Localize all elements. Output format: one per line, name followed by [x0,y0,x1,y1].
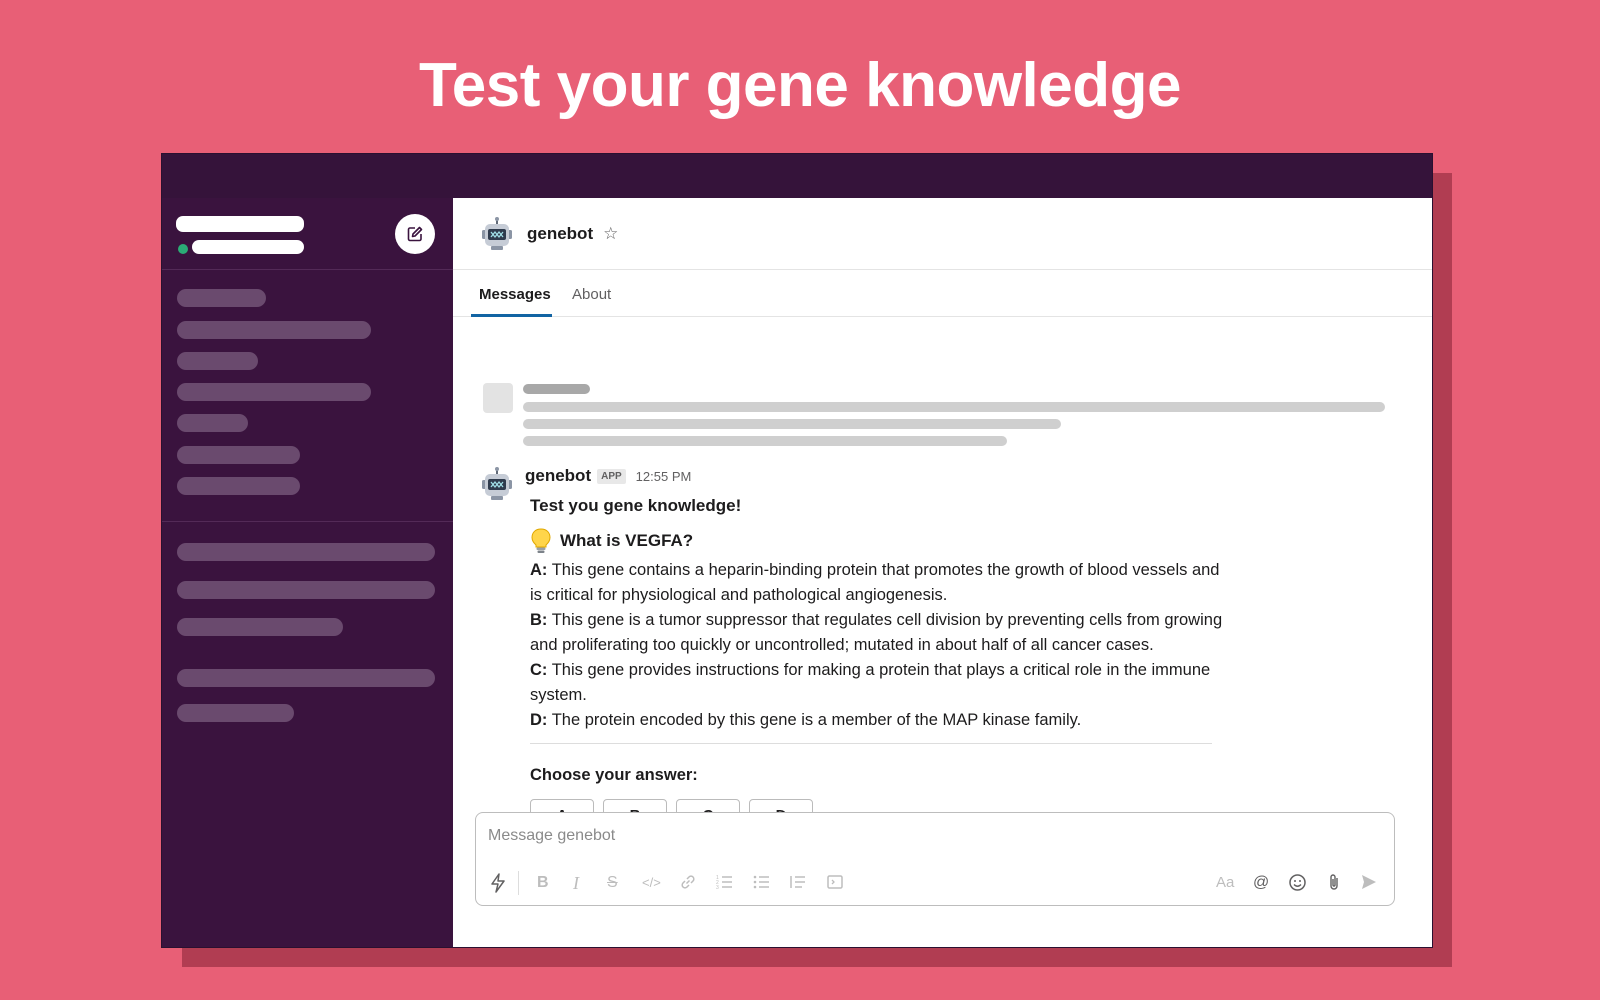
strikethrough-icon[interactable]: S [607,873,618,893]
genebot-avatar-icon[interactable] [479,466,515,502]
sidebar-item[interactable] [177,289,266,307]
sidebar-item[interactable] [177,477,300,495]
tab-about[interactable]: About [572,286,611,303]
previous-message-placeholder [523,419,1061,429]
sidebar-item[interactable] [177,581,435,599]
attachment-icon[interactable] [1326,873,1342,898]
bulleted-list-icon[interactable] [753,873,771,897]
option-text: This gene provides instructions for maki… [530,661,1211,704]
sidebar-item[interactable] [177,352,258,370]
quiz-intro: Test you gene knowledge! [530,496,742,515]
workspace-name-placeholder [176,216,304,232]
message-input[interactable] [488,827,1188,845]
sidebar [162,198,453,947]
channel-header: genebot ☆ [453,198,1432,270]
quiz-question: What is VEGFA? [530,528,1230,554]
option-letter: B: [530,611,548,629]
bold-icon[interactable]: B [537,873,549,893]
numbered-list-icon[interactable]: 123 [716,873,734,897]
previous-message-placeholder [523,384,590,394]
choose-answer-label: Choose your answer: [530,766,698,784]
sidebar-divider [162,521,453,522]
message-body: Test you gene knowledge! What is VEGFA? … [530,496,1230,831]
option-text: This gene is a tumor suppressor that reg… [530,611,1223,654]
channel-name[interactable]: genebot [527,224,593,244]
emoji-icon[interactable] [1288,873,1307,898]
option-text: This gene contains a heparin-binding pro… [530,561,1220,604]
previous-message-avatar-placeholder [483,383,513,413]
previous-message-placeholder [523,436,1007,446]
option-letter: D: [530,711,548,729]
message-author[interactable]: genebot [525,466,591,486]
sidebar-item[interactable] [177,669,435,687]
quiz-question-text: What is VEGFA? [560,531,694,550]
online-status-dot [178,244,188,254]
sidebar-item[interactable] [177,414,248,432]
answer-option-b: B: This gene is a tumor suppressor that … [530,608,1230,658]
lightbulb-icon [531,528,551,553]
block-divider [530,743,1212,744]
send-icon[interactable] [1360,873,1378,897]
answer-option-d: D: The protein encoded by this gene is a… [530,708,1230,733]
app-window: genebot ☆ Messages About genebot APP 12:… [161,153,1433,948]
channel-tabs: Messages About [453,270,1432,317]
sidebar-item[interactable] [177,321,371,339]
svg-text:3: 3 [716,885,719,891]
top-bar [162,154,1432,198]
compose-button[interactable] [395,214,435,254]
link-icon[interactable] [679,873,697,897]
message-composer: B I S </> 123 Aa @ [475,812,1395,906]
workspace-header[interactable] [162,198,453,270]
shortcuts-lightning-icon[interactable] [490,873,506,899]
headline: Test your gene knowledge [418,51,1182,120]
code-block-icon[interactable] [826,873,844,897]
robot-avatar-icon [482,216,512,250]
option-letter: A: [530,561,548,579]
star-icon[interactable]: ☆ [603,224,618,244]
message-header: genebot APP 12:55 PM [525,466,691,486]
answer-option-c: C: This gene provides instructions for m… [530,658,1230,708]
sidebar-item[interactable] [177,618,343,636]
italic-icon[interactable]: I [573,873,579,893]
compose-icon [407,226,423,242]
sidebar-item[interactable] [177,543,435,561]
message-timestamp[interactable]: 12:55 PM [636,469,692,484]
code-icon[interactable]: </> [642,873,661,893]
sidebar-item[interactable] [177,704,294,722]
sidebar-item[interactable] [177,383,371,401]
answer-option-a: A: This gene contains a heparin-binding … [530,558,1230,608]
previous-message-placeholder [523,402,1385,412]
main-pane: genebot ☆ Messages About genebot APP 12:… [453,198,1432,947]
app-badge: APP [597,468,626,484]
mention-icon[interactable]: @ [1253,873,1269,893]
toolbar-separator [518,871,519,895]
blockquote-icon[interactable] [789,873,807,897]
user-name-placeholder [192,240,304,254]
sidebar-item[interactable] [177,446,300,464]
option-text: The protein encoded by this gene is a me… [551,711,1082,729]
option-letter: C: [530,661,548,679]
active-tab-indicator [471,314,552,317]
formatting-toggle[interactable]: Aa [1216,873,1234,893]
tab-messages[interactable]: Messages [479,286,551,303]
